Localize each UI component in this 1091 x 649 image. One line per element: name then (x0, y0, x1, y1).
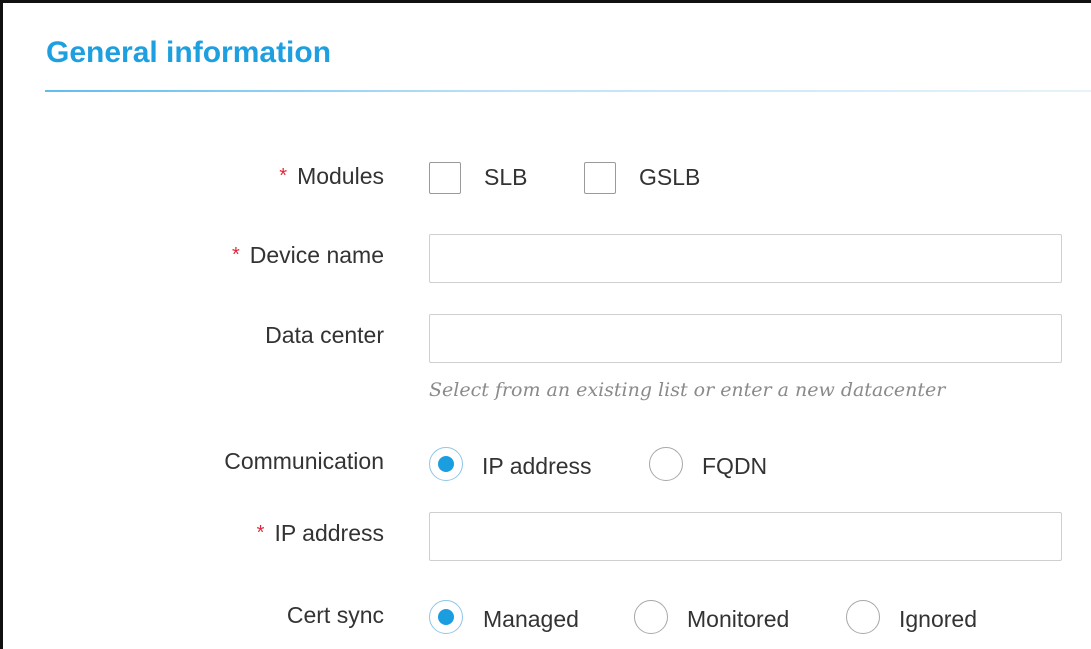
data-center-input[interactable] (429, 314, 1062, 363)
cert-sync-label: Cert sync (287, 602, 384, 629)
monitored-radio-label[interactable]: Monitored (687, 606, 789, 633)
data-center-label: Data center (265, 322, 384, 349)
modules-label: * Modules (279, 163, 384, 190)
slb-checkbox-label[interactable]: SLB (484, 164, 527, 191)
ignored-radio[interactable] (846, 600, 880, 634)
managed-radio-label[interactable]: Managed (483, 606, 579, 633)
data-center-hint: Select from an existing list or enter a … (429, 379, 946, 401)
ip-address-input[interactable] (429, 512, 1062, 561)
managed-radio[interactable] (429, 600, 463, 634)
fqdn-radio[interactable] (649, 447, 683, 481)
cert-sync-label-text: Cert sync (286, 602, 384, 628)
data-center-label-text: Data center (265, 322, 384, 348)
monitored-radio[interactable] (634, 600, 668, 634)
required-marker: * (279, 165, 288, 187)
fqdn-radio-label[interactable]: FQDN (702, 453, 767, 480)
ip-address-radio-label[interactable]: IP address (482, 453, 592, 480)
required-marker: * (256, 522, 265, 544)
window-frame: General information * Modules SLB GSLB * D… (0, 0, 1091, 649)
ip-address-radio[interactable] (429, 447, 463, 481)
communication-label-text: Communication (224, 448, 384, 474)
communication-label: Communication (224, 448, 384, 475)
gslb-checkbox[interactable] (584, 162, 616, 194)
section-divider (45, 90, 1091, 92)
ignored-radio-label[interactable]: Ignored (899, 606, 977, 633)
ip-address-label-text: IP address (274, 520, 384, 546)
device-name-label-text: Device name (249, 242, 384, 268)
device-name-label: * Device name (232, 242, 384, 269)
modules-label-text: Modules (297, 163, 384, 189)
slb-checkbox[interactable] (429, 162, 461, 194)
required-marker: * (231, 244, 240, 266)
section-title: General information (46, 36, 332, 69)
device-name-input[interactable] (429, 234, 1062, 283)
gslb-checkbox-label[interactable]: GSLB (639, 164, 700, 191)
ip-address-label: * IP address (257, 520, 384, 547)
